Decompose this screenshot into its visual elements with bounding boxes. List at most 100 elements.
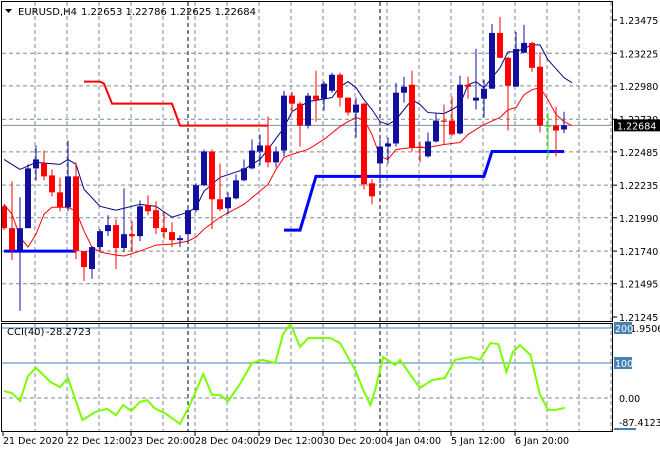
candle bbox=[369, 179, 375, 205]
candle-body bbox=[473, 97, 479, 101]
cci-title: CCI(40) bbox=[7, 327, 45, 338]
candle bbox=[473, 48, 479, 110]
cci-min-label: -87.4123 bbox=[619, 418, 660, 429]
blue-step-line bbox=[284, 149, 564, 232]
candle bbox=[49, 169, 55, 197]
price-tick-label: 1.22235 bbox=[619, 181, 658, 192]
candle bbox=[193, 183, 199, 213]
candle-body bbox=[289, 95, 295, 104]
candle bbox=[41, 150, 47, 181]
candle bbox=[297, 101, 303, 147]
dropdown-triangle-icon[interactable] bbox=[5, 9, 12, 13]
price-tick-label: 1.22980 bbox=[619, 82, 658, 93]
candle bbox=[529, 41, 535, 72]
candle bbox=[81, 251, 87, 281]
candle-body bbox=[297, 103, 303, 126]
candle bbox=[385, 137, 391, 164]
candle-body bbox=[241, 168, 247, 181]
candle-body bbox=[329, 74, 335, 91]
candle bbox=[505, 56, 511, 131]
candle-body bbox=[489, 32, 495, 89]
candle bbox=[489, 23, 495, 89]
time-label: 4 Jan 04:00 bbox=[387, 436, 441, 447]
candle-body bbox=[49, 175, 55, 193]
candle bbox=[329, 72, 335, 93]
candle bbox=[25, 164, 31, 229]
candle-body bbox=[497, 32, 503, 58]
candle-body bbox=[561, 125, 567, 130]
candle-body bbox=[265, 145, 271, 163]
upper-band-line bbox=[3, 44, 573, 218]
candle-body bbox=[553, 125, 559, 131]
candle-body bbox=[249, 150, 255, 169]
time-label: 22 Dec 12:00 bbox=[67, 436, 131, 447]
price-tick-label: 1.22485 bbox=[619, 148, 658, 159]
candle bbox=[33, 145, 39, 181]
candle-body bbox=[153, 210, 159, 229]
candle-body bbox=[313, 95, 319, 100]
candle-body bbox=[321, 83, 327, 99]
candle-body bbox=[217, 199, 223, 210]
candle-body bbox=[33, 159, 39, 169]
candle-body bbox=[281, 95, 287, 151]
candle bbox=[273, 146, 279, 168]
candle bbox=[129, 221, 135, 253]
candle bbox=[241, 159, 247, 182]
time-label: 6 Jan 20:00 bbox=[515, 436, 569, 447]
candle-body bbox=[433, 120, 439, 142]
candle bbox=[433, 113, 439, 143]
candle-body bbox=[137, 206, 143, 237]
price-tick-label: 1.23475 bbox=[619, 16, 658, 27]
candle bbox=[353, 97, 359, 138]
candle-body bbox=[393, 92, 399, 144]
cci-panel bbox=[2, 321, 612, 426]
candle-body bbox=[121, 234, 127, 249]
candle-body bbox=[305, 95, 311, 126]
candle-body bbox=[89, 247, 95, 270]
candle-body bbox=[233, 180, 239, 199]
candle-body bbox=[97, 231, 103, 248]
candle bbox=[281, 90, 287, 157]
ohlc-label: 1.22653 1.22786 1.22625 1.22684 bbox=[81, 7, 256, 18]
time-label: 30 Dec 20:00 bbox=[323, 436, 387, 447]
candle bbox=[553, 106, 559, 157]
candle bbox=[97, 229, 103, 252]
time-label: 21 Dec 2020 bbox=[3, 436, 64, 447]
candle-body bbox=[465, 84, 471, 87]
candle bbox=[289, 91, 295, 113]
candle bbox=[201, 149, 207, 187]
candle bbox=[401, 76, 407, 103]
candle-body bbox=[513, 48, 519, 87]
price-tick-label: 1.21990 bbox=[619, 214, 658, 225]
candle bbox=[313, 70, 319, 122]
candle bbox=[497, 16, 503, 58]
candle-body bbox=[25, 168, 31, 229]
candle bbox=[521, 24, 527, 53]
candle bbox=[113, 219, 119, 270]
candle-body bbox=[529, 42, 535, 68]
candle-body bbox=[537, 66, 543, 126]
candle-body bbox=[17, 228, 23, 251]
cci-zero-label: 0.00 bbox=[619, 394, 640, 405]
time-label: 23 Dec 20:00 bbox=[131, 436, 195, 447]
time-label: 5 Jan 12:00 bbox=[451, 436, 505, 447]
time-label: 28 Dec 04:00 bbox=[195, 436, 259, 447]
candle-body bbox=[369, 183, 375, 197]
candle bbox=[177, 235, 183, 248]
candle-body bbox=[521, 42, 527, 53]
candle bbox=[345, 97, 351, 116]
candle bbox=[537, 51, 543, 133]
candle-body bbox=[177, 238, 183, 241]
grid bbox=[2, 2, 612, 431]
candle bbox=[185, 209, 191, 243]
candle-body bbox=[417, 146, 423, 148]
candle bbox=[337, 72, 343, 107]
candle-body bbox=[225, 197, 231, 209]
trading-chart[interactable]: 1.234751.232251.229801.227301.224851.222… bbox=[0, 0, 660, 450]
candle-body bbox=[401, 86, 407, 93]
candle-body bbox=[169, 232, 175, 241]
candle bbox=[217, 163, 223, 212]
candle-body bbox=[129, 234, 135, 237]
candle bbox=[249, 139, 255, 170]
candle-body bbox=[545, 125, 551, 127]
